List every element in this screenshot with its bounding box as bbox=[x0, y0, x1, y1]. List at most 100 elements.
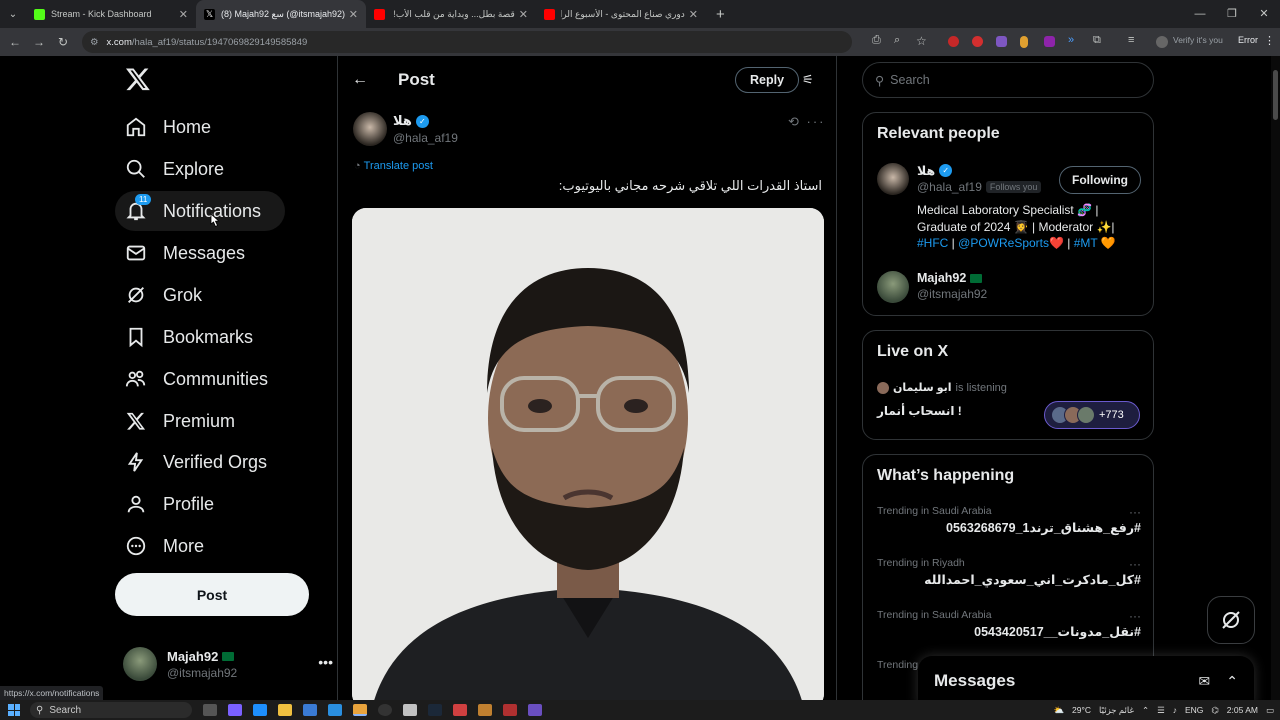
translate-post-link[interactable]: ◔ Translate post bbox=[354, 160, 433, 172]
reload-icon[interactable]: ↻ bbox=[51, 35, 75, 49]
extension-icon[interactable] bbox=[996, 36, 1007, 47]
extension-icon[interactable] bbox=[1020, 36, 1028, 48]
messages-drawer[interactable]: Messages ✉ ⌃ bbox=[918, 656, 1254, 706]
wifi-icon[interactable]: ⌬ bbox=[1211, 705, 1218, 716]
sidebar-item-grok[interactable]: Grok bbox=[115, 275, 212, 315]
live-host-line[interactable]: ابو سليمان is listening bbox=[877, 381, 1007, 394]
new-tab-icon[interactable]: + bbox=[716, 6, 725, 23]
sidebar-item-explore[interactable]: Explore bbox=[115, 149, 234, 189]
network-icon[interactable]: ☰ bbox=[1157, 705, 1165, 716]
grok-floating-button[interactable] bbox=[1207, 596, 1255, 644]
weather-text[interactable]: غائم جزئيًا bbox=[1099, 705, 1134, 716]
app-icon[interactable] bbox=[503, 704, 517, 716]
weather-icon[interactable]: ⛅ bbox=[1053, 705, 1064, 716]
scrollbar-thumb[interactable] bbox=[1273, 70, 1278, 120]
person-handle[interactable]: @itsmajah92 bbox=[917, 287, 987, 301]
trend-more-icon[interactable]: ··· bbox=[1129, 505, 1141, 519]
hashtag-link[interactable]: #HFC bbox=[917, 236, 948, 250]
person-handle[interactable]: @hala_af19 bbox=[917, 180, 982, 194]
avatar[interactable] bbox=[877, 163, 909, 195]
author-name[interactable]: هلا bbox=[393, 113, 412, 129]
x-logo-icon[interactable] bbox=[125, 66, 151, 92]
sidebar-item-messages[interactable]: Messages bbox=[115, 233, 255, 273]
close-window-icon[interactable]: ✕ bbox=[1248, 0, 1280, 28]
trend-item[interactable]: Trending in Saudi Arabia #رفع_هشناق_ترند… bbox=[877, 505, 1141, 535]
trend-item[interactable]: Trending in Riyadh #كل_مادكرت_اني_سعودي_… bbox=[877, 557, 1141, 587]
extension-icon[interactable] bbox=[1044, 36, 1055, 47]
extension-icon[interactable] bbox=[972, 36, 983, 47]
listeners-pill[interactable]: +773 bbox=[1044, 401, 1140, 429]
post-button[interactable]: Post bbox=[115, 573, 309, 616]
weather-temp[interactable]: 29°C bbox=[1072, 705, 1091, 715]
tab-search-icon[interactable]: ⌄ bbox=[0, 0, 26, 28]
address-bar[interactable]: ⚙ x.com/hala_af19/status/194706982914958… bbox=[82, 31, 852, 53]
relevant-person[interactable]: Majah92 @itsmajah92 bbox=[877, 271, 987, 303]
copilot-icon[interactable] bbox=[228, 704, 242, 716]
bookmark-star-icon[interactable]: ☆ bbox=[916, 34, 932, 50]
app-icon[interactable] bbox=[478, 704, 492, 716]
new-message-icon[interactable]: ✉ bbox=[1199, 673, 1211, 690]
trend-more-icon[interactable]: ··· bbox=[1129, 557, 1141, 571]
browser-tab[interactable]: دوري صناع المحتوى - الأسبوع الرا ✕ bbox=[536, 0, 706, 28]
tweet-more-icon[interactable]: ⟲ ··· bbox=[788, 114, 826, 130]
file-explorer-icon[interactable] bbox=[278, 704, 292, 716]
profile-avatar-icon[interactable] bbox=[1156, 36, 1168, 48]
site-info-icon[interactable]: ⚙ bbox=[90, 37, 99, 48]
tray-chevron-icon[interactable]: ⌃ bbox=[1142, 705, 1149, 716]
minimize-icon[interactable]: — bbox=[1184, 0, 1216, 28]
page-scrollbar[interactable] bbox=[1271, 56, 1280, 700]
browser-tab[interactable]: Stream - Kick Dashboard ✕ bbox=[26, 0, 196, 28]
restore-icon[interactable]: ❐ bbox=[1216, 0, 1248, 28]
sidebar-item-notifications[interactable]: 11 Notifications bbox=[115, 191, 285, 231]
account-switcher[interactable]: Majah92 @itsmajah92 ••• bbox=[123, 644, 333, 684]
browser-tab[interactable]: قصة بطل... وبداية من قلب الأب! ✕ bbox=[366, 0, 536, 28]
mention-link[interactable]: @POWReSports bbox=[958, 236, 1049, 250]
sidebar-item-bookmarks[interactable]: Bookmarks bbox=[115, 317, 263, 357]
edge-icon[interactable] bbox=[253, 704, 267, 716]
chrome-icon[interactable] bbox=[353, 704, 367, 716]
trend-more-icon[interactable]: ··· bbox=[1129, 609, 1141, 623]
sidebar-item-home[interactable]: Home bbox=[115, 107, 221, 147]
notification-center-icon[interactable]: ▭ bbox=[1266, 705, 1274, 716]
expand-icon[interactable]: ⌃ bbox=[1226, 673, 1238, 690]
person-name[interactable]: Majah92 bbox=[917, 271, 966, 285]
error-label[interactable]: Error bbox=[1238, 35, 1258, 45]
clock[interactable]: 2:05 AM bbox=[1227, 705, 1258, 715]
app-icon[interactable] bbox=[403, 704, 417, 716]
following-button[interactable]: Following bbox=[1059, 166, 1141, 194]
space-title[interactable]: انسحاب أنمار ! bbox=[877, 404, 962, 418]
sidebar-item-premium[interactable]: Premium bbox=[115, 401, 245, 441]
task-view-icon[interactable] bbox=[203, 704, 217, 716]
verify-label[interactable]: Verify it's you bbox=[1173, 35, 1223, 45]
extensions-puzzle-icon[interactable]: ⧉ bbox=[1093, 34, 1109, 50]
language-indicator[interactable]: ENG bbox=[1185, 705, 1203, 715]
avatar[interactable] bbox=[353, 112, 387, 146]
tab-close-icon[interactable]: ✕ bbox=[179, 8, 188, 21]
reading-list-icon[interactable]: ≡ bbox=[1128, 34, 1144, 50]
tab-close-icon[interactable]: ✕ bbox=[519, 8, 528, 21]
avatar[interactable] bbox=[877, 271, 909, 303]
tab-close-icon[interactable]: ✕ bbox=[349, 8, 358, 21]
sliders-icon[interactable]: ⚟ bbox=[802, 72, 814, 88]
obs-icon[interactable] bbox=[378, 704, 392, 716]
forward-icon[interactable]: → bbox=[27, 35, 51, 49]
browser-menu-icon[interactable]: ⋮ bbox=[1264, 34, 1275, 47]
search-input[interactable]: ⚲ Search bbox=[862, 62, 1154, 98]
install-icon[interactable]: ⎙ bbox=[872, 34, 888, 50]
sidebar-item-communities[interactable]: Communities bbox=[115, 359, 278, 399]
person-name[interactable]: هلا bbox=[917, 163, 935, 178]
app-icon[interactable] bbox=[453, 704, 467, 716]
steam-icon[interactable] bbox=[428, 704, 442, 716]
more-dots-icon[interactable]: ••• bbox=[318, 654, 333, 670]
tweet-photo[interactable] bbox=[352, 208, 824, 700]
volume-icon[interactable]: ♪ bbox=[1173, 705, 1177, 715]
extension-icon[interactable]: » bbox=[1068, 34, 1084, 50]
reply-button[interactable]: Reply bbox=[735, 67, 800, 93]
sidebar-item-verified-orgs[interactable]: Verified Orgs bbox=[115, 442, 277, 482]
author-handle[interactable]: @hala_af19 bbox=[393, 131, 458, 145]
sidebar-item-more[interactable]: More bbox=[115, 526, 214, 566]
relevant-person[interactable]: هلا ✓ @hala_af19 Follows you bbox=[877, 163, 1042, 195]
app-icon[interactable] bbox=[528, 704, 542, 716]
store-icon[interactable] bbox=[303, 704, 317, 716]
trend-item[interactable]: Trending in Saudi Arabia #نقل_مدونات__05… bbox=[877, 609, 1141, 639]
